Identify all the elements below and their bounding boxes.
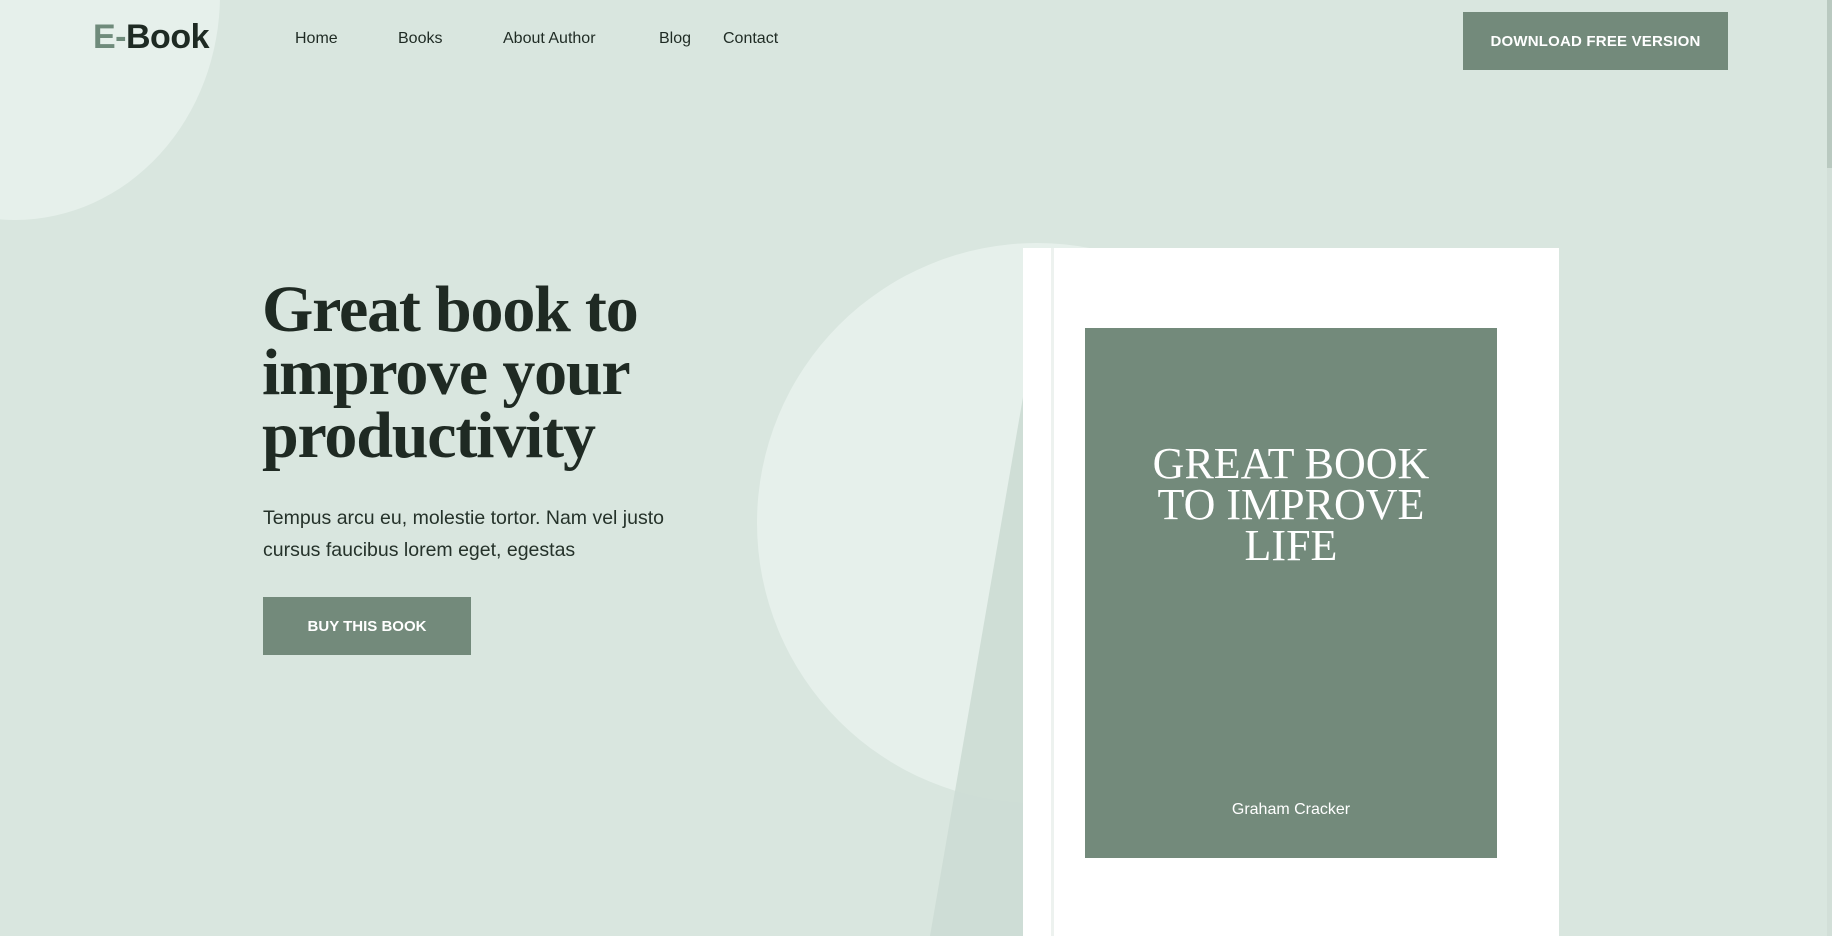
landing-page: E-Book Home Books About Author Blog Cont… [0, 0, 1832, 936]
nav-link-blog[interactable]: Blog [659, 30, 691, 48]
hero-description-line: cursus faucibus lorem eget, egestas [263, 539, 576, 561]
nav-link-contact[interactable]: Contact [723, 30, 778, 48]
book-cover: GREAT BOOK TO IMPROVE LIFE Graham Cracke… [1085, 328, 1497, 858]
book-cover-title-line: GREAT BOOK [1152, 439, 1430, 488]
hero-title-line: productivity [262, 399, 596, 472]
site-header: E-Book Home Books About Author Blog Cont… [0, 0, 1832, 82]
hero-title: Great book to improve your productivity [262, 273, 782, 472]
book-spine [1051, 248, 1054, 936]
buy-this-book-button[interactable]: BUY THIS BOOK [263, 597, 471, 655]
book-cover-author: Graham Cracker [1231, 801, 1351, 818]
page-scrollbar[interactable] [1827, 0, 1832, 936]
hero-description-line: Tempus arcu eu, molestie tortor. Nam vel… [263, 507, 664, 529]
hero-title-line: improve your [262, 336, 631, 409]
site-logo[interactable]: E-Book [93, 18, 210, 57]
scrollbar-thumb[interactable] [1827, 0, 1832, 168]
book-mockup: GREAT BOOK TO IMPROVE LIFE Graham Cracke… [1023, 248, 1559, 936]
logo-accent: E- [93, 18, 127, 56]
download-free-version-button[interactable]: DOWNLOAD FREE VERSION [1463, 12, 1728, 70]
nav-link-about-author[interactable]: About Author [503, 30, 596, 48]
hero-title-line: Great book to [262, 273, 639, 346]
logo-text: Book [126, 18, 210, 56]
nav-link-home[interactable]: Home [295, 30, 338, 48]
hero-description: Tempus arcu eu, molestie tortor. Nam vel… [263, 502, 723, 566]
book-cover-title-line: TO IMPROVE [1157, 480, 1425, 529]
book-cover-title: GREAT BOOK TO IMPROVE LIFE [1085, 439, 1497, 570]
nav-link-books[interactable]: Books [398, 30, 442, 48]
book-cover-title-line: LIFE [1244, 521, 1338, 570]
